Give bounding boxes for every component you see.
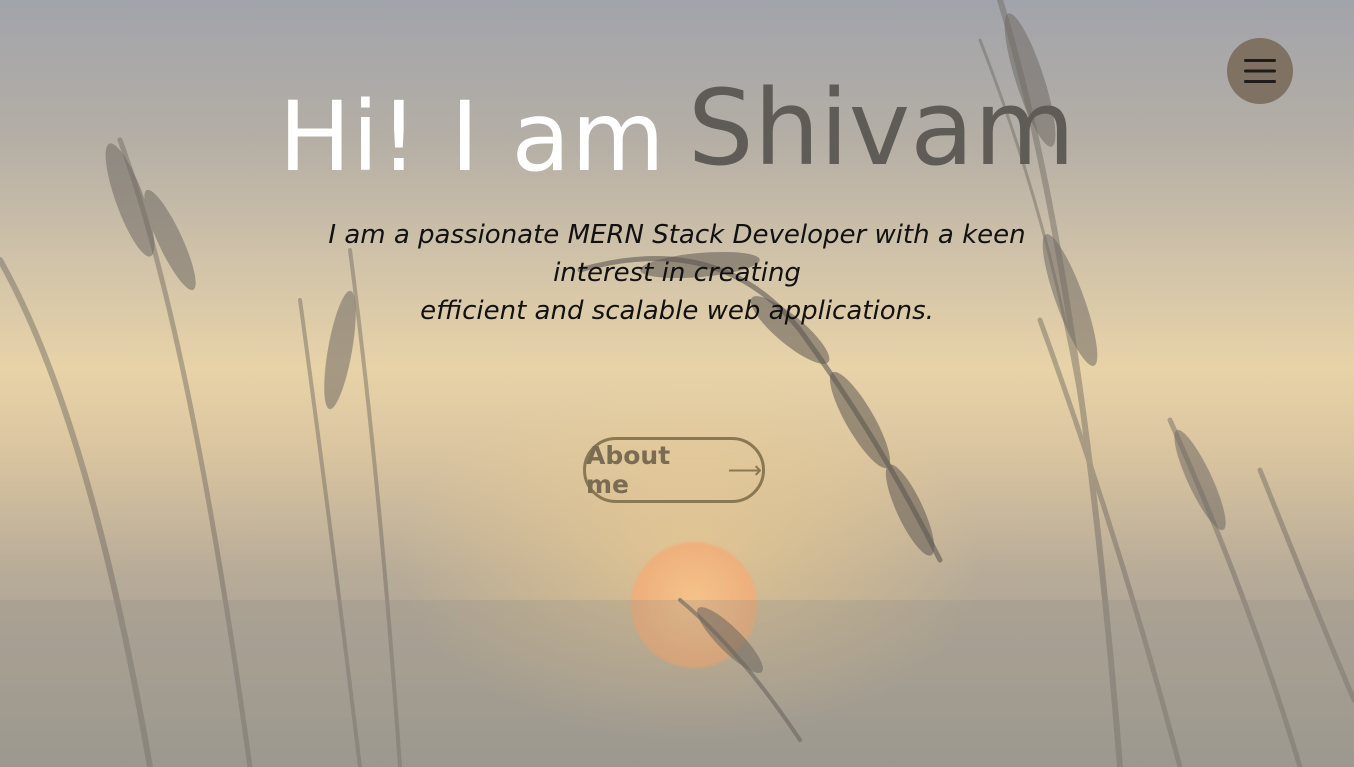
about-me-button[interactable]: About me ⟶ (583, 437, 765, 503)
about-me-label: About me (586, 441, 671, 499)
hamburger-menu-icon (1244, 59, 1276, 83)
arrow-right-icon: ⟶ (727, 456, 762, 484)
hero-tagline: I am a passionate MERN Stack Developer w… (277, 216, 1077, 330)
hero-section: Hi! I am Shivam I am a passionate MERN St… (0, 0, 1354, 767)
hero-name: Shivam (687, 67, 1076, 189)
hero-tagline-line-2: efficient and scalable web applications. (420, 296, 934, 326)
hero-title: Hi! I am Shivam (0, 76, 1354, 193)
hero-greeting: Hi! I am (278, 81, 666, 193)
hero-tagline-line-1: I am a passionate MERN Stack Developer w… (328, 220, 1026, 288)
hamburger-menu-button[interactable] (1227, 38, 1293, 104)
